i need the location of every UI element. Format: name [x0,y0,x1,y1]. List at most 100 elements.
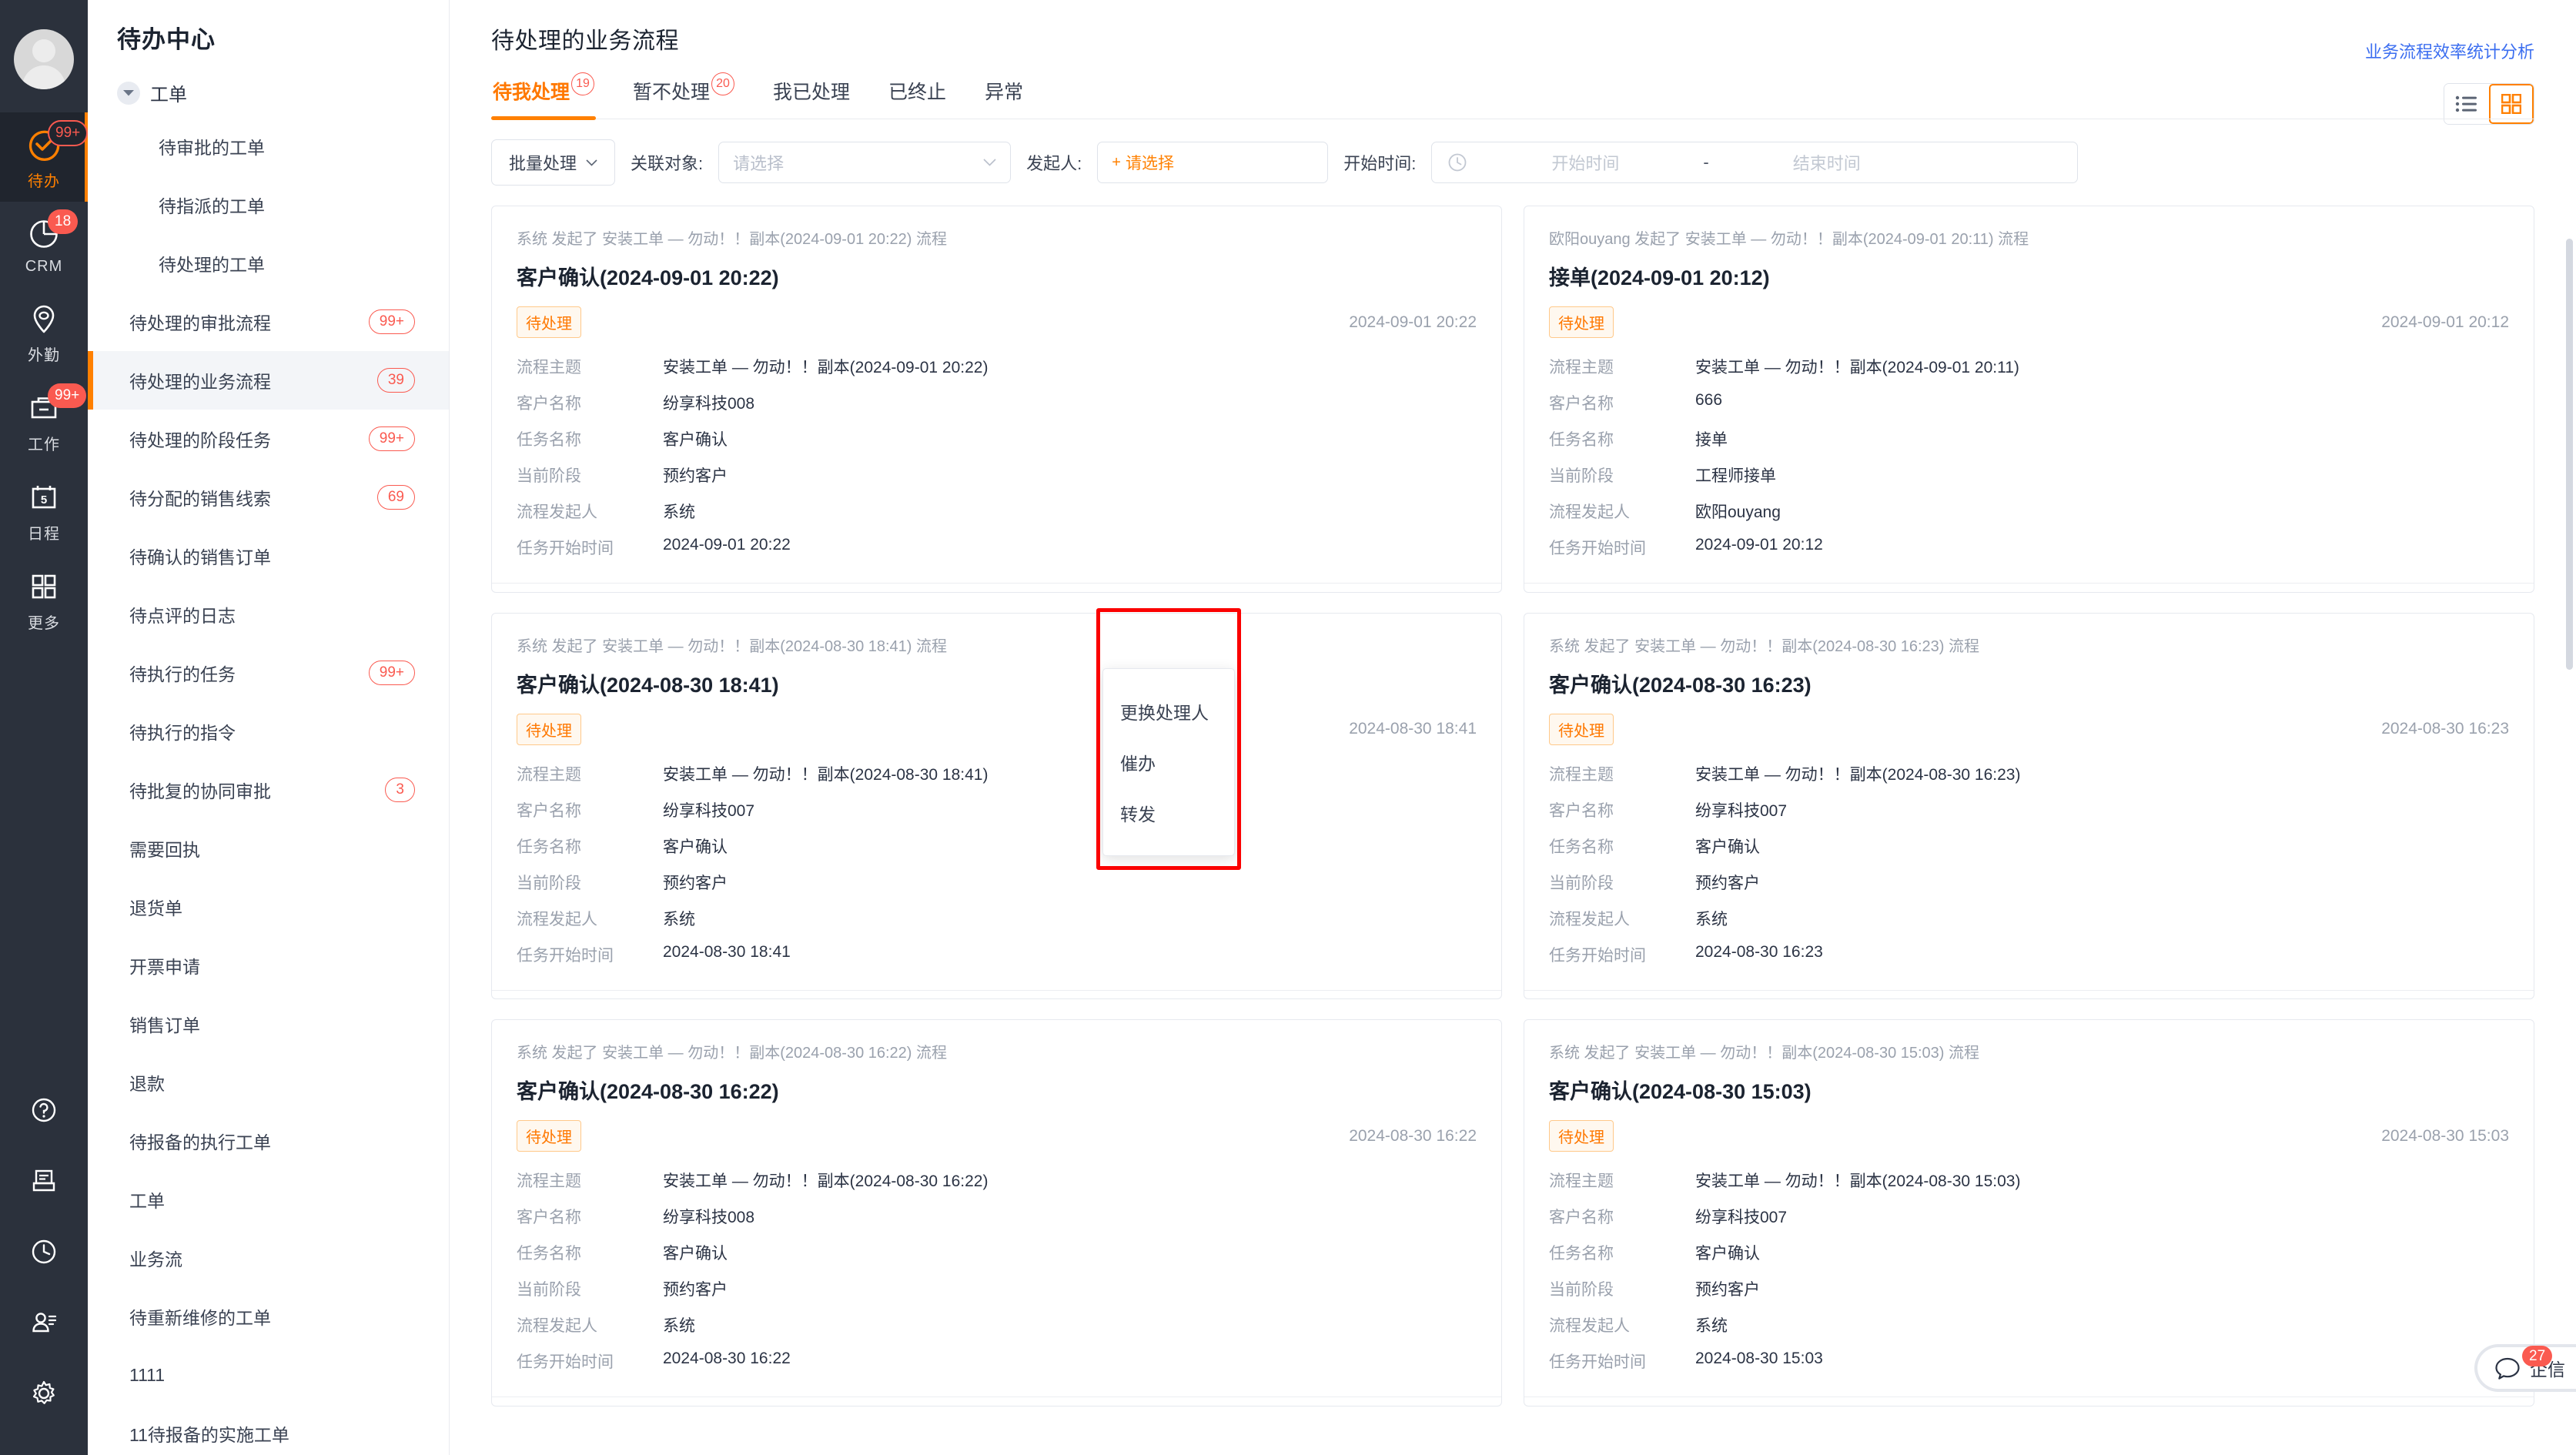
contacts-button[interactable] [0,1287,88,1358]
process-card[interactable]: 系统 发起了 安装工单 — 勿动！！副本(2024-08-30 16:23) 流… [1524,612,2534,1000]
start-date-input[interactable]: 开始时间 [1481,150,1689,175]
nav-item-label: 待指派的工单 [159,196,265,216]
tab-2[interactable]: 我已处理 [771,77,851,119]
field-value: 工程师接单 [1695,467,1776,485]
rail-item-label: 外勤 [28,347,60,364]
nav-item-9[interactable]: 需要回执 [88,819,449,878]
rail-item-待办[interactable]: 99+ 待办 [0,112,89,202]
rail-item-外勤[interactable]: 外勤 [0,286,88,376]
nav-item-11[interactable]: 开票申请 [88,936,449,995]
nav-item-18[interactable]: 1111 [88,1346,449,1404]
field-stage: 当前阶段 预约客户 [517,463,1477,487]
nav-item-13[interactable]: 退款 [88,1053,449,1112]
analytics-link[interactable]: 业务流程效率统计分析 [2365,38,2534,63]
nav-item-5[interactable]: 待点评的日志 [88,585,449,644]
nav-item-10[interactable]: 退货单 [88,878,449,936]
nav-item-label: 业务流 [129,1249,182,1269]
nav-item-19[interactable]: 11待报备的实施工单 [88,1404,449,1455]
card-timestamp: 2024-08-30 15:03 [2381,1126,2509,1145]
main-header: 待处理的业务流程 业务流程效率统计分析 待我处理 19 暂不处理 20 我已处理… [450,0,2576,125]
batch-process-button[interactable]: 批量处理 [491,139,616,186]
related-object-select[interactable]: 请选择 [718,142,1012,183]
field-label: 流程发起人 [1549,1317,1630,1336]
card-action-dropdown: 更换处理人 催办 转发 [1102,668,1235,856]
nav-subitem-2[interactable]: 待处理的工单 [88,234,449,293]
field-label: 任务开始时间 [517,946,614,965]
plus-icon: + [1112,153,1121,171]
nav-item-6[interactable]: 待执行的任务 99+ [88,644,449,702]
nav-item-label: 待执行的任务 [129,664,236,684]
field-subject: 流程主题 安装工单 — 勿动！！副本(2024-09-01 20:11) [1549,355,2509,378]
nav-item-label: 待点评的日志 [129,606,236,626]
nav-item-label: 待确认的销售订单 [129,547,271,567]
clock-button[interactable] [0,1216,88,1287]
status-badge: 待处理 [517,713,581,745]
nav-item-7[interactable]: 待执行的指令 [88,702,449,761]
rail-badge: 18 [48,209,79,234]
help-button[interactable] [0,1075,88,1146]
date-range-picker[interactable]: 开始时间 - 结束时间 [1431,142,2079,183]
nav-item-16[interactable]: 业务流 [88,1229,449,1287]
vertical-scrollbar[interactable] [2566,239,2573,670]
nav-item-2[interactable]: 待处理的阶段任务 99+ [88,410,449,468]
card-timestamp: 2024-09-01 20:12 [2381,313,2509,331]
clock-icon [1448,153,1467,172]
nav-group-label: 工单 [150,85,187,105]
nav-item-0[interactable]: 待处理的审批流程 99+ [88,293,449,351]
field-value: 预约客户 [663,874,728,892]
date-range-separator: - [1703,152,1709,172]
avatar[interactable] [14,29,74,89]
nav-item-3[interactable]: 待分配的销售线索 69 [88,468,449,527]
rail-item-更多[interactable]: 更多 [0,554,88,644]
tab-3[interactable]: 已终止 [887,77,948,119]
field-start: 任务开始时间 2024-09-01 20:22 [517,536,1477,559]
process-card[interactable]: 系统 发起了 安装工单 — 勿动！！副本(2024-09-01 20:22) 流… [491,206,1502,593]
end-date-input[interactable]: 结束时间 [1723,150,1931,175]
process-card[interactable]: 系统 发起了 安装工单 — 勿动！！副本(2024-08-30 18:41) 流… [491,612,1502,1000]
nav-item-8[interactable]: 待批复的协同审批 3 [88,761,449,819]
nav-item-4[interactable]: 待确认的销售订单 [88,527,449,585]
nav-item-15[interactable]: 工单 [88,1170,449,1229]
nav-item-1[interactable]: 待处理的业务流程 39 [88,351,449,410]
nav-item-label: 1111 [129,1364,166,1385]
main-panel: 待处理的业务流程 业务流程效率统计分析 待我处理 19 暂不处理 20 我已处理… [450,0,2576,1455]
rail-item-日程[interactable]: 5 日程 [0,465,88,554]
nav-group-worksheet[interactable]: 工单 [88,69,449,117]
process-card[interactable]: 系统 发起了 安装工单 — 勿动！！副本(2024-08-30 15:03) 流… [1524,1019,2534,1406]
field-value: 666 [1695,391,1723,409]
rail-item-CRM[interactable]: 18 CRM [0,202,88,286]
inbox-button[interactable] [0,1146,88,1216]
process-card[interactable]: 欧阳ouyang 发起了 安装工单 — 勿动！！副本(2024-09-01 20… [1524,206,2534,593]
nav-item-17[interactable]: 待重新维修的工单 [88,1287,449,1346]
nav-subitem-0[interactable]: 待审批的工单 [88,117,449,176]
initiator-value: 请选择 [1125,155,1174,172]
field-value: 预约客户 [1695,874,1760,892]
float-chat-button[interactable]: 27 企信 [2474,1344,2576,1392]
chevron-down-icon [983,159,996,166]
field-subject: 流程主题 安装工单 — 勿动！！副本(2024-08-30 18:41) [517,762,1477,785]
field-label: 任务名称 [1549,838,1614,856]
nav-subitem-1[interactable]: 待指派的工单 [88,176,449,234]
nav-item-14[interactable]: 待报备的执行工单 [88,1112,449,1170]
initiator-picker[interactable]: + 请选择 [1097,142,1329,183]
card-actions: 填写完成暂不处理... [492,989,1501,999]
card-origin: 系统 发起了 安装工单 — 勿动！！副本(2024-08-30 16:22) 流… [517,1045,948,1062]
nav-item-badge: 39 [376,367,415,393]
tab-1[interactable]: 暂不处理 20 [631,72,736,119]
rail-item-工作[interactable]: 99+ 工作 [0,376,88,465]
field-start: 任务开始时间 2024-08-30 16:23 [1549,943,2509,966]
field-value: 安装工单 — 勿动！！副本(2024-08-30 16:22) [663,1172,989,1191]
nav-item-12[interactable]: 销售订单 [88,995,449,1053]
nav-item-label: 待执行的指令 [129,723,236,743]
process-card[interactable]: 系统 发起了 安装工单 — 勿动！！副本(2024-08-30 16:22) 流… [491,1019,1502,1406]
tab-4[interactable]: 异常 [983,77,1025,119]
chevron-down-icon[interactable] [117,81,140,105]
dropdown-item-1[interactable]: 催办 [1103,737,1234,788]
nav-item-label: 待重新维修的工单 [129,1308,271,1328]
tab-0[interactable]: 待我处理 19 [491,72,597,120]
dropdown-item-2[interactable]: 转发 [1103,788,1234,838]
dropdown-item-0[interactable]: 更换处理人 [1103,686,1234,737]
field-start: 任务开始时间 2024-08-30 16:22 [517,1350,1477,1373]
settings-gear-button[interactable] [0,1358,88,1429]
card-origin: 系统 发起了 安装工单 — 勿动！！副本(2024-08-30 15:03) 流… [1549,1045,1980,1062]
